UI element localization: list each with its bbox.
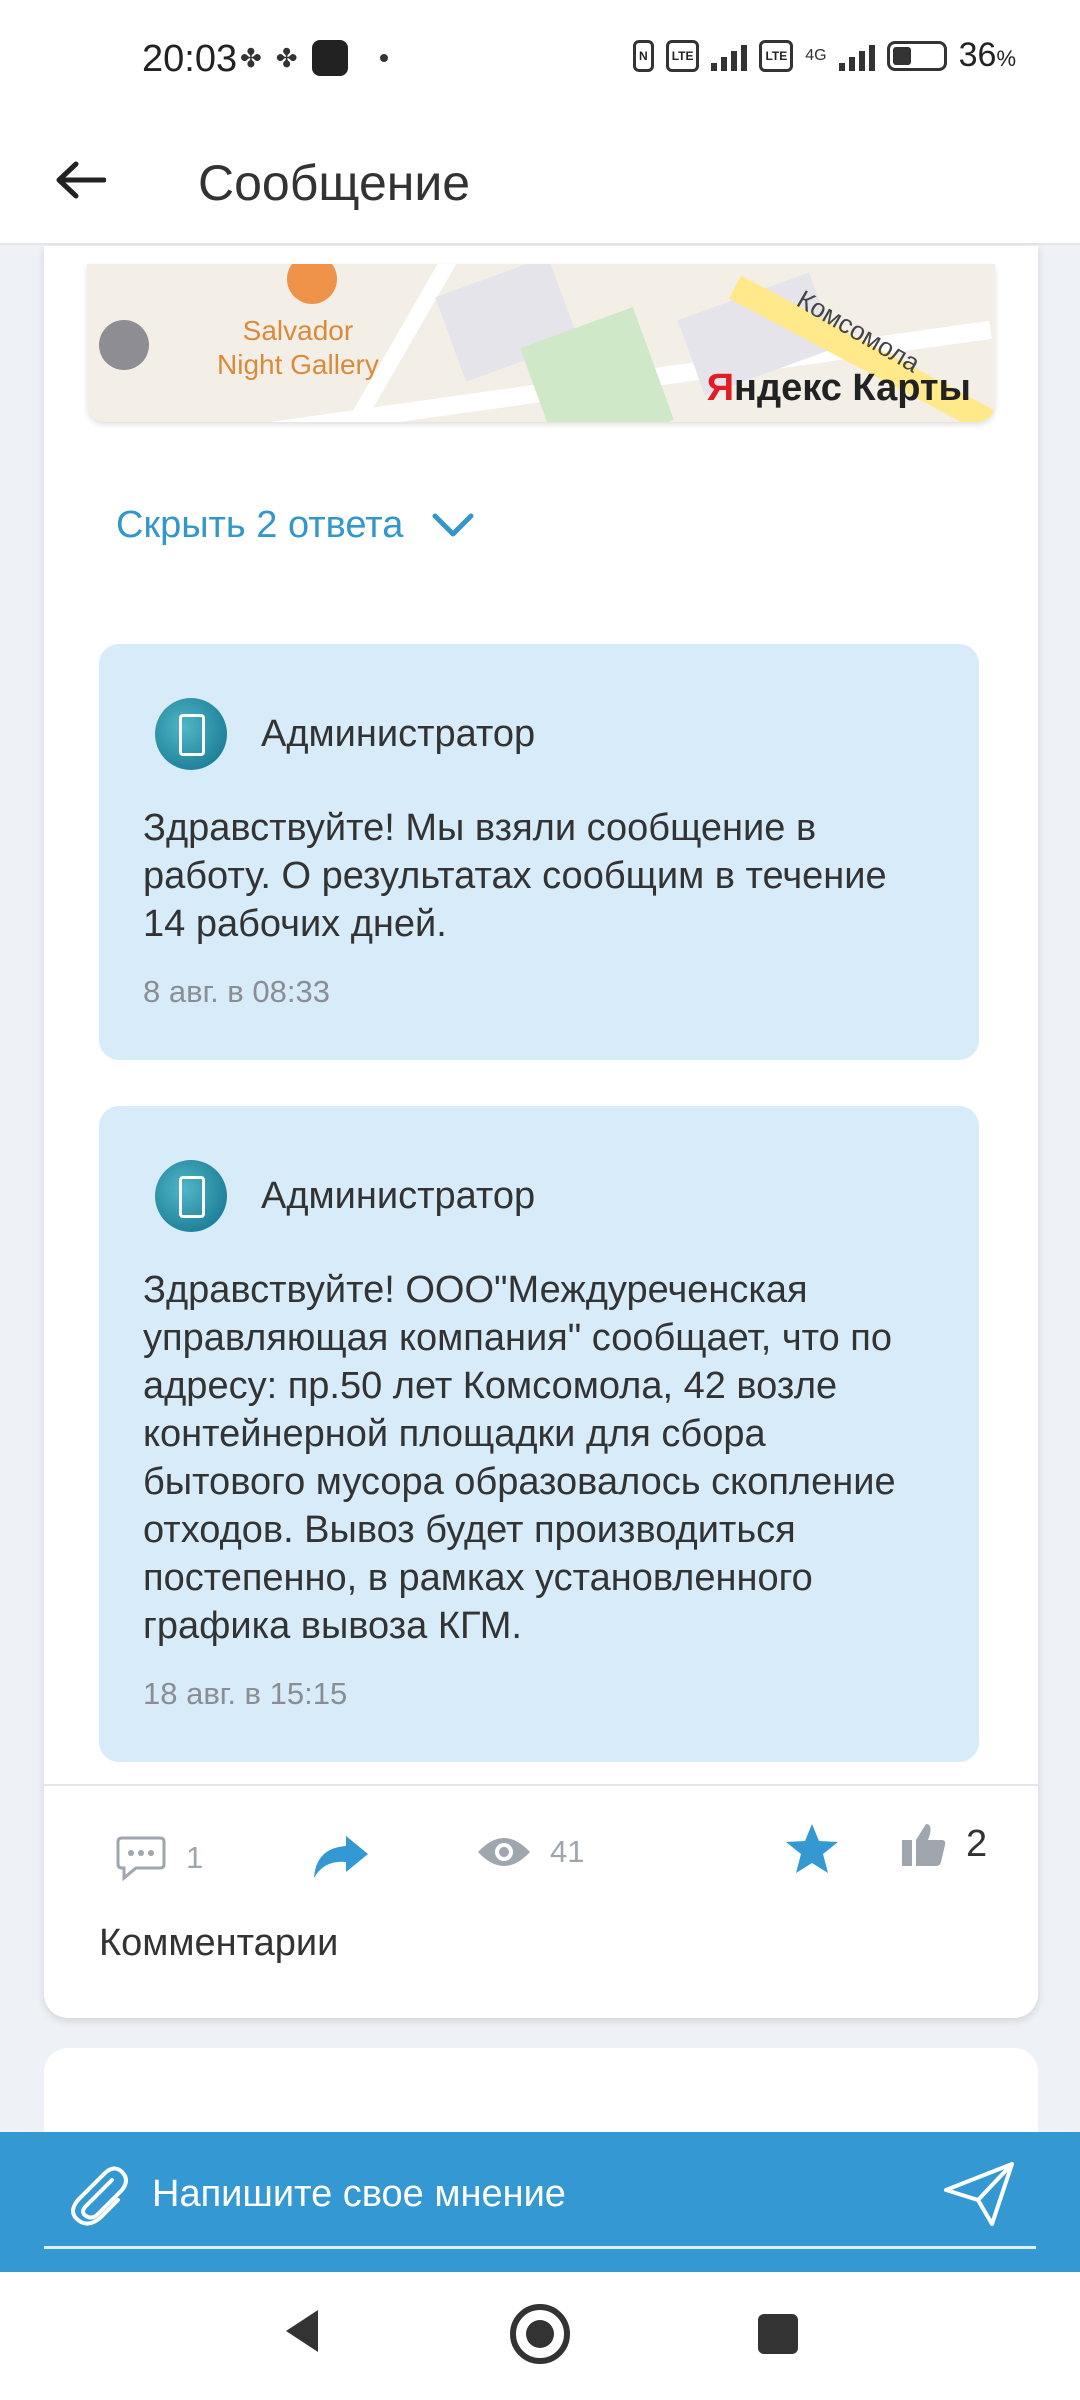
signal-icon xyxy=(711,41,748,71)
likes-count: 2 xyxy=(966,1822,988,1865)
admin-reply: Администратор Здравствуйте! ООО"Междуреч… xyxy=(99,1106,979,1762)
app-bar: Сообщение xyxy=(0,120,1080,245)
nav-home-icon[interactable] xyxy=(510,2304,570,2364)
attach-button[interactable] xyxy=(64,2160,134,2230)
gallery-pin-icon xyxy=(287,264,337,304)
reply-author: Администратор xyxy=(261,1174,536,1217)
send-button[interactable] xyxy=(940,2154,1020,2234)
more-notifications-dot-icon xyxy=(379,54,388,62)
status-bar: 20:03 ✤ ✤ N LTE LTE 4G 36% xyxy=(0,0,1080,120)
views-indicator: 41 xyxy=(476,1834,584,1870)
message-actions: 1 41 2 xyxy=(44,1806,1038,1906)
network-type: 4G xyxy=(805,46,827,64)
reply-text: Здравствуйте! Мы взяли сообщение в работ… xyxy=(143,807,887,945)
message-card: Комсомола Salvador Night Gallery Яндекс … xyxy=(44,246,1038,2018)
share-button[interactable] xyxy=(310,1832,370,1880)
reply-header: Администратор xyxy=(143,1146,935,1246)
like-button[interactable]: 2 xyxy=(900,1820,987,1868)
comments-count: 1 xyxy=(186,1840,204,1875)
send-icon xyxy=(944,2162,1014,2226)
battery-percent-value: 36 xyxy=(958,36,997,74)
notification-icon: ✤ xyxy=(240,42,262,73)
nav-back-icon[interactable] xyxy=(282,2306,322,2356)
chevron-down-icon xyxy=(432,513,474,536)
page-title: Сообщение xyxy=(198,155,471,211)
map-poi-line: Night Gallery xyxy=(217,349,379,380)
app-notification-icon xyxy=(311,40,348,76)
arrow-left-icon xyxy=(56,161,106,199)
map-preview[interactable]: Комсомола Salvador Night Gallery Яндекс … xyxy=(87,264,995,422)
eye-icon xyxy=(478,1838,530,1866)
admin-avatar xyxy=(155,1160,227,1232)
status-time: 20:03 xyxy=(142,38,238,80)
favorite-button[interactable] xyxy=(784,1822,840,1876)
reply-header: Администратор xyxy=(143,684,935,784)
thumbs-up-icon xyxy=(902,1824,946,1866)
volte-icon: LTE xyxy=(665,39,700,72)
hide-replies-toggle[interactable]: Скрыть 2 ответа xyxy=(116,504,475,547)
views-count: 41 xyxy=(550,1834,585,1869)
status-notification-icons: ✤ ✤ xyxy=(240,40,388,76)
paperclip-icon xyxy=(71,2166,128,2226)
map-poi-line: Salvador xyxy=(242,315,354,346)
comment-input[interactable] xyxy=(152,2164,912,2224)
school-icon xyxy=(99,320,149,370)
reply-date: 18 авг. в 15:15 xyxy=(143,1676,348,1711)
comment-composer xyxy=(0,2132,1080,2272)
logo-letter: Я xyxy=(706,367,735,409)
comments-heading: Комментарии xyxy=(99,1922,339,1964)
admin-avatar xyxy=(155,698,227,770)
reply-author: Администратор xyxy=(261,712,536,755)
volte-icon: LTE xyxy=(759,39,794,72)
system-nav-bar xyxy=(0,2272,1080,2400)
yandex-maps-logo: Яндекс Карты xyxy=(707,367,971,410)
comments-button[interactable]: 1 xyxy=(114,1834,203,1882)
reply-text: Здравствуйте! ООО"Междуреченская управля… xyxy=(143,1269,896,1647)
star-icon xyxy=(786,1824,838,1873)
battery-percent: 36% xyxy=(959,36,1016,75)
nav-recents-icon[interactable] xyxy=(758,2314,798,2354)
composer-underline xyxy=(44,2246,1036,2249)
map-poi-label: Salvador Night Gallery xyxy=(217,314,379,382)
divider xyxy=(44,1784,1038,1786)
back-button[interactable] xyxy=(40,140,120,220)
admin-reply: Администратор Здравствуйте! Мы взяли соо… xyxy=(99,644,979,1060)
status-system-icons: N LTE LTE 4G 36% xyxy=(633,36,1016,75)
notification-icon: ✤ xyxy=(275,42,298,73)
reply-date: 8 авг. в 08:33 xyxy=(143,974,330,1009)
logo-text: ндекс Карты xyxy=(734,367,971,409)
signal-icon xyxy=(838,41,875,71)
battery-percent-unit: % xyxy=(996,46,1016,71)
nfc-icon: N xyxy=(633,39,654,72)
battery-icon xyxy=(886,40,947,71)
share-arrow-icon xyxy=(314,1836,368,1878)
comment-bubble-icon xyxy=(116,1836,166,1882)
hide-replies-label: Скрыть 2 ответа xyxy=(116,504,404,546)
